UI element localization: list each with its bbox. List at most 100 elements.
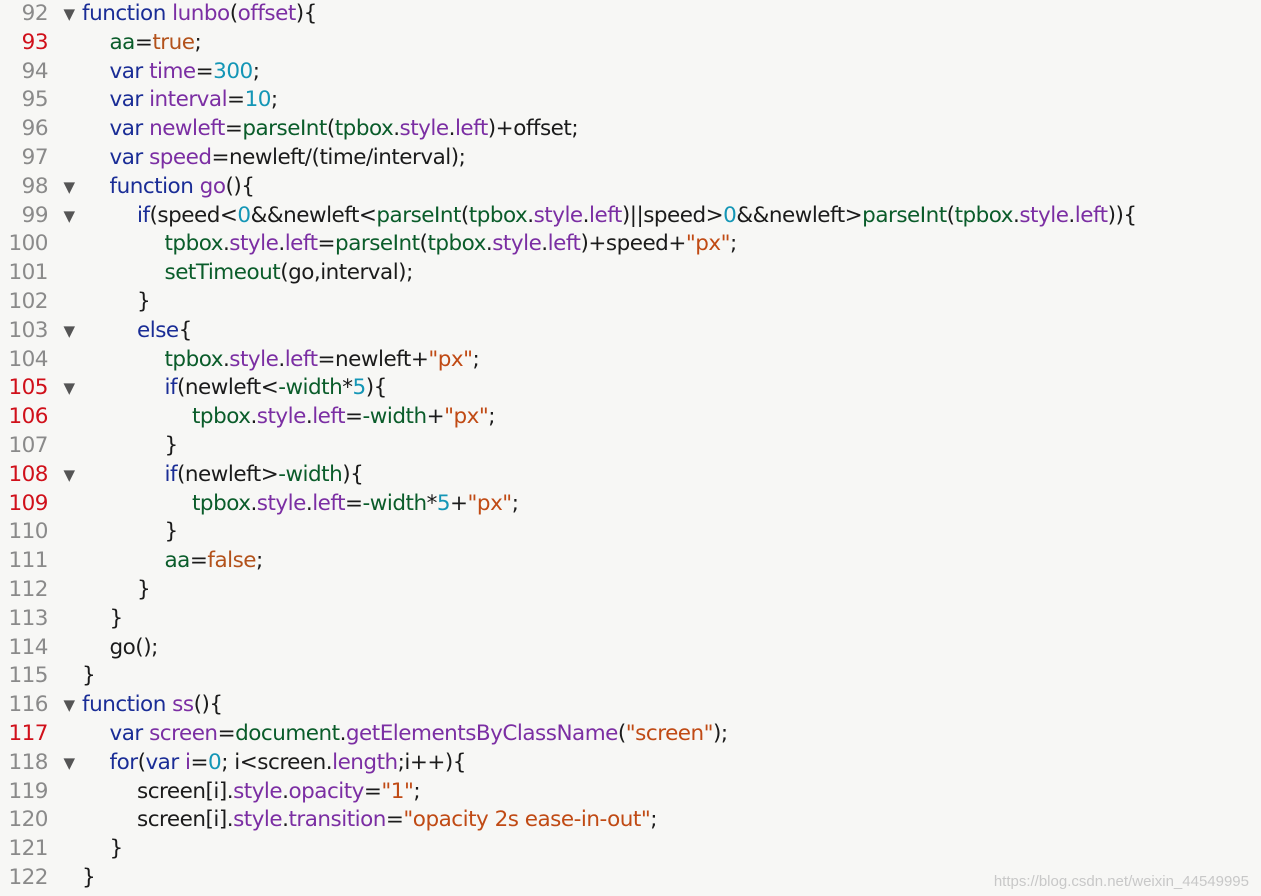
code-token: ; [194,29,202,55]
code-token: "px" [685,231,731,257]
code-text: function go(){ [110,173,255,202]
code-token: )||speed [621,202,706,228]
code-line[interactable]: 111 aa=false; [0,547,1261,576]
code-line[interactable]: 118 ▼ for(var i=0; i<screen.length;i++){ [0,749,1261,778]
code-token: ; [488,404,495,430]
code-token: = [217,721,236,746]
code-token: var [109,145,150,170]
code-line[interactable]: 116 ▼ function ss(){ [0,691,1261,720]
code-line[interactable]: 120 screen[i].style.transition="opacity 2… [0,806,1261,835]
code-token: ;i [397,749,411,775]
line-number: 119 [8,778,48,804]
fold-triangle-icon[interactable]: ▼ [60,374,78,403]
fold-triangle-icon[interactable]: ▼ [60,749,78,778]
code-token: ; i [221,749,240,775]
code-token: = [317,231,336,257]
code-token: tpbox [192,404,251,430]
code-token: var [109,116,150,142]
code-line[interactable]: 104 tpbox.style.left=newleft+"px"; [0,346,1261,375]
code-token: (newleft [177,461,261,487]
fold-triangle-icon[interactable]: ▼ [60,202,78,231]
code-token: left [589,202,622,228]
code-line[interactable]: 95 var interval=10; [0,86,1261,115]
line-number: 102 [8,289,48,314]
code-text: for(var i=0; i<screen.length;i++){ [110,749,467,778]
line-number: 111 [8,548,48,574]
code-line[interactable]: 101 setTimeout(go,interval); [0,259,1261,288]
code-line[interactable]: 119 screen[i].style.opacity="1"; [0,778,1261,807]
fold-triangle-icon[interactable]: ▼ [60,0,78,29]
code-line[interactable]: 96 var newleft=parseInt(tpbox.style.left)… [0,115,1261,144]
code-token: &&newleft [250,202,360,228]
code-token: "screen" [625,721,714,746]
code-text: } [137,288,151,317]
code-token: } [82,865,96,890]
code-line[interactable]: 102} [0,288,1261,317]
code-line[interactable]: 100 tpbox.style.left=parseInt(tpbox.style… [0,230,1261,259]
fold-triangle-icon[interactable]: ▼ [60,691,78,720]
code-token: tpbox [192,490,251,516]
code-line[interactable]: 121} [0,835,1261,864]
code-token: style [229,231,279,257]
code-token: tpbox [427,231,486,257]
code-text: var screen=document.getElementsByClassNa… [110,720,729,749]
code-token: ; [252,58,260,84]
code-token: time [149,58,196,84]
code-token: tpbox [954,202,1014,228]
code-token: > [260,461,279,487]
line-number: 122 [8,865,48,890]
code-token: ; [650,807,657,833]
code-token: ; [472,346,480,372]
code-line[interactable]: 113} [0,605,1261,634]
code-text: if(speed<0&&newleft<parseInt(tpbox.style… [137,202,1137,231]
code-token: left [312,490,346,516]
code-token: style [233,778,283,804]
line-number: 103 [8,317,48,343]
code-line[interactable]: 92 ▼ function lunbo(offset){ [0,0,1261,29]
code-line[interactable]: 93 aa=true; [0,29,1261,58]
code-line[interactable]: 106 tpbox.style.left=-width+"px"; [0,403,1261,432]
code-line[interactable]: 114 go(); [0,634,1261,663]
code-token: ss [172,692,194,718]
code-line[interactable]: 98 ▼ function go(){ [0,173,1261,202]
code-line[interactable]: 108 ▼ if(newleft>-width){ [0,461,1261,490]
code-line[interactable]: 110} [0,518,1261,547]
code-token: function [82,1,173,26]
code-token: = [345,490,363,516]
code-line[interactable]: 112} [0,576,1261,605]
code-line[interactable]: 105 ▼ if(newleft<-width*5){ [0,374,1261,403]
code-token: left [547,231,581,257]
code-line[interactable]: 97 var speed=newleft/(time/interval); [0,144,1261,173]
fold-triangle-icon[interactable]: ▼ [60,317,78,346]
code-token: screen[i]. [137,778,234,804]
code-token: parseInt [862,202,947,228]
code-text: var newleft=parseInt(tpbox.style.left)+o… [110,115,579,144]
code-editor[interactable]: 92 ▼ function lunbo(offset){93 aa=true; 94 va… [0,0,1261,896]
code-token: * [426,490,438,516]
code-token: = [134,29,153,55]
code-token: style [229,346,279,372]
code-line[interactable]: 107} [0,432,1261,461]
code-token: + [410,346,429,372]
line-number: 94 [21,58,49,84]
code-line[interactable]: 117 var screen=document.getElementsByClas… [0,720,1261,749]
line-number: 110 [8,519,48,545]
code-token: ( [946,202,955,228]
code-line[interactable]: 94 var time=300; [0,58,1261,87]
code-line[interactable]: 109 tpbox.style.left=-width*5+"px"; [0,490,1261,519]
line-number: 114 [8,634,48,660]
code-text: function ss(){ [82,691,223,720]
code-token: setTimeout [164,260,281,286]
code-token: tpbox [334,116,394,142]
fold-triangle-icon[interactable]: ▼ [60,173,78,202]
line-number: 93 [21,29,49,55]
code-token: var [145,749,186,775]
line-number: 116 [8,692,48,718]
code-token: style [256,490,307,516]
code-token: screen. [257,749,333,775]
code-line[interactable]: 99 ▼ if(speed<0&&newleft<parseInt(tpbox.st… [0,202,1261,231]
code-line[interactable]: 115} [0,662,1261,691]
fold-triangle-icon[interactable]: ▼ [60,461,78,490]
code-text: aa=true; [110,29,202,58]
code-line[interactable]: 103 ▼ else{ [0,317,1261,346]
